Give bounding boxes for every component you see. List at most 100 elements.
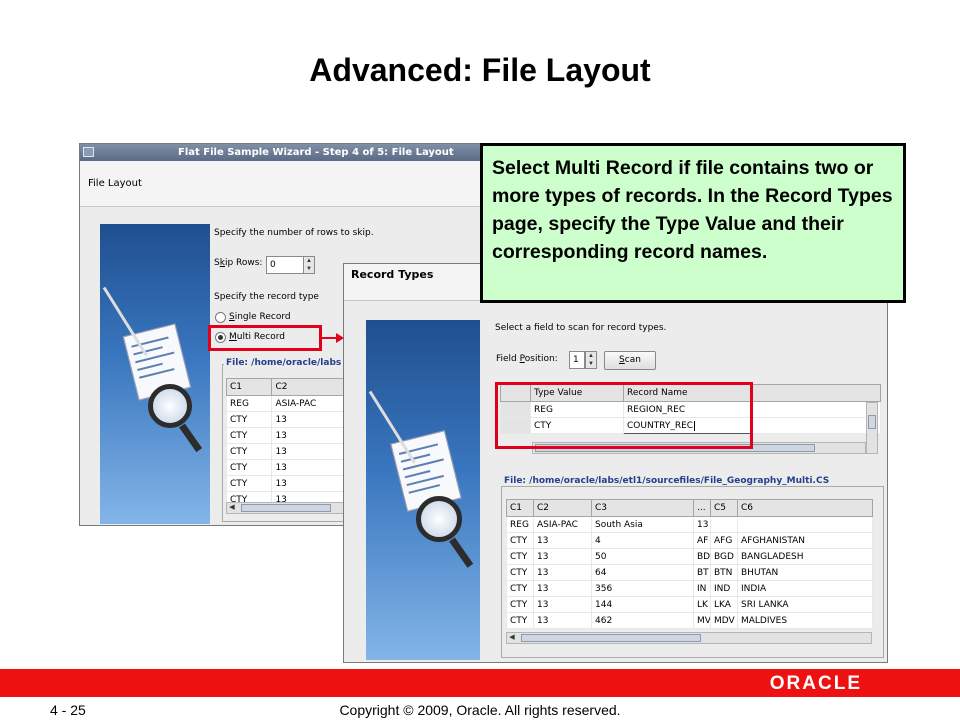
- table-cell: BTN: [710, 564, 738, 581]
- record-type-highlight: [495, 382, 753, 449]
- table-cell: South Asia: [591, 516, 694, 533]
- field-position-label: Field Position:: [496, 354, 558, 364]
- table-cell: AFGHANISTAN: [737, 532, 873, 549]
- table-cell: CTY: [506, 596, 534, 613]
- scroll-left-icon[interactable]: ◀: [507, 633, 517, 643]
- table-cell: CTY: [225, 411, 273, 428]
- callout-note: Select Multi Record if file contains two…: [480, 143, 906, 303]
- multi-record-preview-table[interactable]: C1 C2 C3... C5 C6 REG ASIA-PAC South Asia 13 CTY…: [506, 499, 873, 629]
- file-layout-header: File Layout: [80, 161, 490, 207]
- table-cell: INDIA: [737, 580, 873, 597]
- table-cell: 144: [591, 596, 694, 613]
- table-cell: CTY: [225, 427, 273, 444]
- table-cell: 64: [591, 564, 694, 581]
- footer-bar: ORACLE: [0, 669, 960, 697]
- table-cell: [710, 516, 738, 533]
- skip-rows-label: Skip Rows:: [214, 258, 263, 268]
- table-cell: AFG: [710, 532, 738, 549]
- scan-prompt: Select a field to scan for record types.: [495, 323, 667, 333]
- skip-rows-input[interactable]: 0: [266, 256, 304, 274]
- table-cell: CTY: [506, 532, 534, 549]
- file-path-label: File: /home/oracle/labs: [224, 358, 344, 368]
- table-cell: 13: [533, 532, 592, 549]
- wizard-titlebar[interactable]: Flat File Sample Wizard - Step 4 of 5: F…: [80, 144, 490, 161]
- table-cell: CTY: [225, 443, 273, 460]
- copyright-text: Copyright © 2009, Oracle. All rights res…: [339, 702, 621, 718]
- table-cell: AF: [693, 532, 711, 549]
- column-header[interactable]: C3: [591, 499, 694, 517]
- table-cell: 50: [591, 548, 694, 565]
- table-cell: 462: [591, 612, 694, 629]
- column-header[interactable]: C6: [737, 499, 873, 517]
- table-cell: BT: [693, 564, 711, 581]
- table-cell: BHUTAN: [737, 564, 873, 581]
- record-types-illustration: [366, 320, 480, 660]
- table-cell: CTY: [225, 459, 273, 476]
- table-row[interactable]: REG ASIA-PAC South Asia 13: [506, 516, 873, 533]
- column-header[interactable]: C5: [710, 499, 738, 517]
- file-path-label: File: /home/oracle/labs/etl1/sourcefiles…: [502, 476, 832, 486]
- magnifier-icon: [148, 384, 192, 428]
- column-header[interactable]: C1: [506, 499, 534, 517]
- skip-rows-prompt: Specify the number of rows to skip.: [214, 228, 374, 238]
- single-record-radio[interactable]: [215, 312, 226, 323]
- single-record-label[interactable]: Single Record: [229, 312, 291, 322]
- table-cell: MALDIVES: [737, 612, 873, 629]
- scroll-left-icon[interactable]: ◀: [227, 503, 237, 513]
- table-cell: ASIA-PAC: [533, 516, 592, 533]
- record-type-vscroll[interactable]: [866, 402, 878, 454]
- table-cell: IND: [710, 580, 738, 597]
- table-cell: MV: [693, 612, 711, 629]
- table-cell: CTY: [506, 580, 534, 597]
- window-menu-icon[interactable]: [83, 147, 94, 157]
- record-type-prompt: Specify the record type: [214, 292, 319, 302]
- field-position-input[interactable]: 1: [569, 351, 585, 369]
- table-cell: 13: [533, 564, 592, 581]
- table-cell: LKA: [710, 596, 738, 613]
- table-cell: CTY: [225, 475, 273, 492]
- table-cell: BD: [693, 548, 711, 565]
- table-row[interactable]: CTY 13 144 LK LKA SRI LANKA: [506, 596, 873, 613]
- wizard-illustration: [100, 224, 210, 524]
- magnifier-icon: [416, 496, 462, 542]
- table-cell: 4: [591, 532, 694, 549]
- table-cell: BANGLADESH: [737, 548, 873, 565]
- table-cell: 13: [533, 596, 592, 613]
- field-position-stepper[interactable]: ▲ ▼: [585, 351, 597, 369]
- table-cell: CTY: [506, 564, 534, 581]
- table-cell: SRI LANKA: [737, 596, 873, 613]
- arrow-head-icon: [336, 333, 344, 343]
- wizard-window-title: Flat File Sample Wizard - Step 4 of 5: F…: [178, 147, 454, 158]
- multi-record-hscroll[interactable]: ◀: [506, 632, 872, 644]
- table-cell: [737, 516, 873, 533]
- table-cell: 13: [533, 580, 592, 597]
- table-cell: REG: [506, 516, 534, 533]
- table-cell: MDV: [710, 612, 738, 629]
- table-cell: BGD: [710, 548, 738, 565]
- table-row[interactable]: CTY 13 64 BT BTN BHUTAN: [506, 564, 873, 581]
- column-header[interactable]: ...: [693, 499, 711, 517]
- table-row[interactable]: CTY 13 50 BD BGD BANGLADESH: [506, 548, 873, 565]
- table-cell: IN: [693, 580, 711, 597]
- highlight-arrow: [322, 337, 336, 339]
- multi-record-highlight: [208, 325, 322, 351]
- table-cell: CTY: [506, 548, 534, 565]
- table-row[interactable]: CTY 13 462 MV MDV MALDIVES: [506, 612, 873, 629]
- skip-rows-stepper[interactable]: ▲ ▼: [303, 256, 315, 274]
- table-cell: 13: [533, 548, 592, 565]
- table-cell: REG: [225, 395, 273, 412]
- table-cell: LK: [693, 596, 711, 613]
- oracle-logo: ORACLE: [769, 673, 862, 694]
- table-cell: 13: [533, 612, 592, 629]
- record-types-window: Record Types Select a field to scan for …: [343, 263, 888, 663]
- table-cell: 13: [693, 516, 711, 533]
- scan-button[interactable]: Scan: [604, 351, 656, 370]
- table-row[interactable]: CTY 13 356 IN IND INDIA: [506, 580, 873, 597]
- table-row[interactable]: CTY 13 4 AF AFG AFGHANISTAN: [506, 532, 873, 549]
- slide-title: Advanced: File Layout: [309, 52, 651, 88]
- table-cell: 356: [591, 580, 694, 597]
- table-cell: CTY: [506, 612, 534, 629]
- callout-text: Select Multi Record if file contains two…: [492, 157, 893, 263]
- column-header[interactable]: C1: [225, 378, 273, 396]
- column-header[interactable]: C2: [533, 499, 592, 517]
